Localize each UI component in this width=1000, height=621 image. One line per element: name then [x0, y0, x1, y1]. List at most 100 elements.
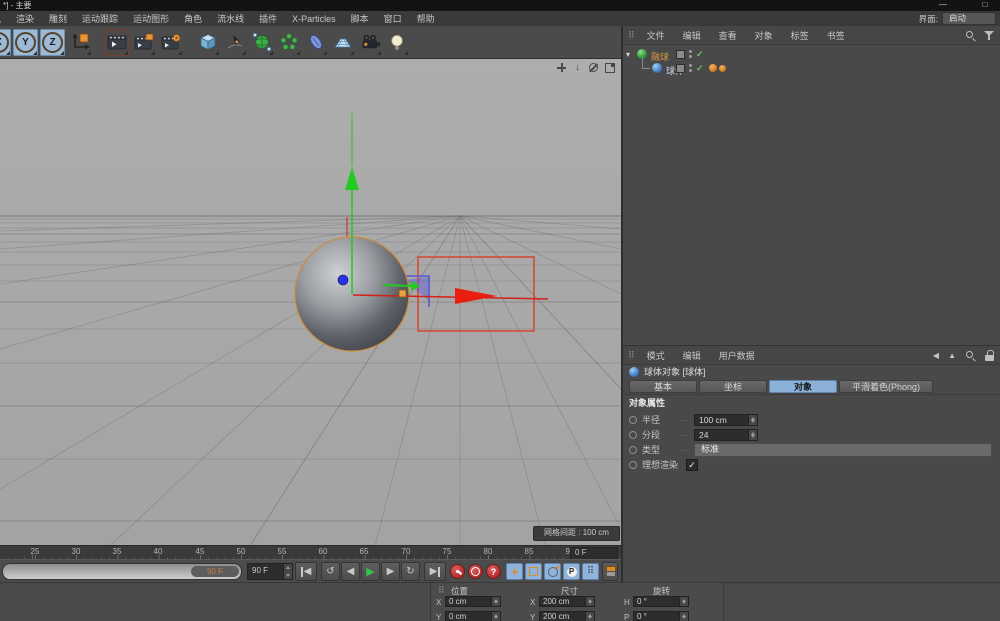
menu-item-help[interactable]: 帮助: [417, 12, 435, 25]
layer-square-icon[interactable]: [676, 50, 685, 59]
object-row-sphere[interactable]: 球体 ✓: [623, 62, 1000, 75]
lock-y-axis-button[interactable]: Y: [13, 29, 38, 56]
viewport-pan-icon[interactable]: [556, 62, 567, 73]
render-perfect-checkbox[interactable]: ✓: [686, 459, 698, 471]
object-row-metaball[interactable]: ▾ 融球 ✓: [623, 48, 1000, 61]
keyframe-options-button[interactable]: ?: [486, 564, 501, 579]
filter-icon[interactable]: [984, 30, 994, 41]
radius-field[interactable]: 100 cm: [694, 414, 758, 426]
history-back-icon[interactable]: ◀: [933, 351, 939, 360]
menu-item-plugins[interactable]: 插件: [259, 12, 277, 25]
keyframe-ring-icon[interactable]: [629, 431, 637, 439]
segments-stepper[interactable]: [748, 430, 757, 440]
om-menu-tags[interactable]: 标签: [782, 29, 818, 42]
field-stepper[interactable]: [491, 612, 500, 621]
lock-icon[interactable]: [985, 350, 994, 361]
am-menu-mode[interactable]: 模式: [638, 349, 674, 362]
edit-render-settings-button[interactable]: [158, 29, 183, 56]
lock-x-axis-button[interactable]: X: [0, 29, 11, 56]
end-frame-stepper[interactable]: [283, 564, 292, 579]
size-y-field[interactable]: 200 cm: [539, 611, 595, 621]
previous-frame-button[interactable]: ◀: [341, 562, 360, 581]
rotation-p-field[interactable]: 0 °: [633, 611, 689, 621]
minimize-button[interactable]: —: [936, 0, 950, 11]
record-keyframe-button[interactable]: [450, 564, 465, 579]
phong-tag-icon[interactable]: [709, 64, 717, 72]
search-icon[interactable]: [965, 30, 976, 41]
subdivision-surface-button[interactable]: [249, 29, 274, 56]
tab-basic[interactable]: 基本: [629, 380, 697, 393]
spline-pen-button[interactable]: [222, 29, 247, 56]
end-frame-field[interactable]: 90 F: [247, 563, 293, 580]
visibility-dots-icon[interactable]: [689, 50, 692, 53]
keyframe-ring-icon[interactable]: [629, 416, 637, 424]
visibility-dots-icon[interactable]: [689, 64, 692, 67]
panel-drag-handle[interactable]: ⠿: [623, 30, 638, 41]
om-menu-objects[interactable]: 对象: [746, 29, 782, 42]
field-stepper[interactable]: [491, 597, 500, 606]
tab-coordinates[interactable]: 坐标: [699, 380, 767, 393]
loop-forward-button[interactable]: ↻: [401, 562, 420, 581]
segments-field[interactable]: 24: [694, 429, 758, 441]
coordinate-system-button[interactable]: [67, 29, 92, 56]
menu-item-render[interactable]: 渲染: [16, 12, 34, 25]
field-stepper[interactable]: [585, 612, 594, 621]
keyframe-selection-button[interactable]: [602, 562, 618, 581]
key-pla-toggle[interactable]: ⠿: [582, 563, 599, 580]
om-menu-file[interactable]: 文件: [638, 29, 674, 42]
maximize-button[interactable]: □: [978, 0, 992, 11]
lock-z-axis-button[interactable]: Z: [40, 29, 65, 56]
layout-dropdown[interactable]: 启动: [942, 12, 996, 25]
keyframe-ring-icon[interactable]: [629, 446, 637, 454]
range-end-handle[interactable]: 90 F: [191, 566, 239, 577]
menu-item-xparticles[interactable]: X-Particles: [292, 14, 336, 24]
menu-item-simulate[interactable]: 拟: [0, 12, 1, 25]
menu-item-script[interactable]: 脚本: [351, 12, 369, 25]
enabled-check-icon[interactable]: ✓: [696, 63, 704, 74]
rotation-h-field[interactable]: 0 °: [633, 596, 689, 607]
menu-item-window[interactable]: 窗口: [384, 12, 402, 25]
key-parameter-toggle[interactable]: P: [563, 563, 580, 580]
field-stepper[interactable]: [679, 612, 688, 621]
menu-item-mograph[interactable]: 运动图形: [133, 12, 169, 25]
render-view-button[interactable]: [104, 29, 129, 56]
goto-end-button[interactable]: ▶: [424, 562, 446, 581]
menu-item-sculpt[interactable]: 雕刻: [49, 12, 67, 25]
viewport-toggle-icon[interactable]: [604, 62, 615, 73]
goto-start-button[interactable]: ◀: [295, 562, 317, 581]
key-scale-toggle[interactable]: [525, 563, 542, 580]
texture-tag-icon[interactable]: [719, 65, 726, 72]
menu-item-pipeline[interactable]: 流水线: [217, 12, 244, 25]
next-frame-button[interactable]: ▶: [381, 562, 400, 581]
camera-button[interactable]: [357, 29, 382, 56]
pick-object-icon[interactable]: ▲: [948, 351, 956, 360]
panel-drag-handle[interactable]: ⠿: [623, 350, 638, 361]
om-menu-edit[interactable]: 编辑: [674, 29, 710, 42]
viewport-zoom-icon[interactable]: ↓: [572, 62, 583, 73]
bend-deformer-button[interactable]: [303, 29, 328, 56]
render-to-picture-viewer-button[interactable]: [131, 29, 156, 56]
add-cube-primitive-button[interactable]: [195, 29, 220, 56]
layer-square-icon[interactable]: [676, 64, 685, 73]
array-generator-button[interactable]: [276, 29, 301, 56]
panel-drag-handle[interactable]: ⠿: [433, 585, 448, 596]
z-axis-handle[interactable]: [338, 275, 348, 285]
field-stepper[interactable]: [679, 597, 688, 606]
floor-environment-button[interactable]: [330, 29, 355, 56]
play-backwards-button[interactable]: ↺: [321, 562, 340, 581]
menu-item-motion-tracker[interactable]: 运动跟踪: [82, 12, 118, 25]
position-x-field[interactable]: 0 cm: [445, 596, 501, 607]
keyframe-ring-icon[interactable]: [629, 461, 637, 469]
menu-item-character[interactable]: 角色: [184, 12, 202, 25]
radius-stepper[interactable]: [748, 415, 757, 425]
type-dropdown[interactable]: 标准: [694, 443, 992, 457]
tab-phong[interactable]: 平滑着色(Phong): [839, 380, 933, 393]
om-menu-bookmarks[interactable]: 书签: [818, 29, 854, 42]
expander-icon[interactable]: ▾: [626, 50, 630, 59]
om-menu-view[interactable]: 查看: [710, 29, 746, 42]
position-y-field[interactable]: 0 cm: [445, 611, 501, 621]
enabled-check-icon[interactable]: ✓: [696, 49, 704, 60]
timeline-range-slider[interactable]: 90 F: [2, 563, 242, 580]
am-menu-edit[interactable]: 编辑: [674, 349, 710, 362]
timeline-ruler[interactable]: 25 30 35 40 45 50 55 60 65 70 75 80 85 9…: [0, 545, 621, 560]
